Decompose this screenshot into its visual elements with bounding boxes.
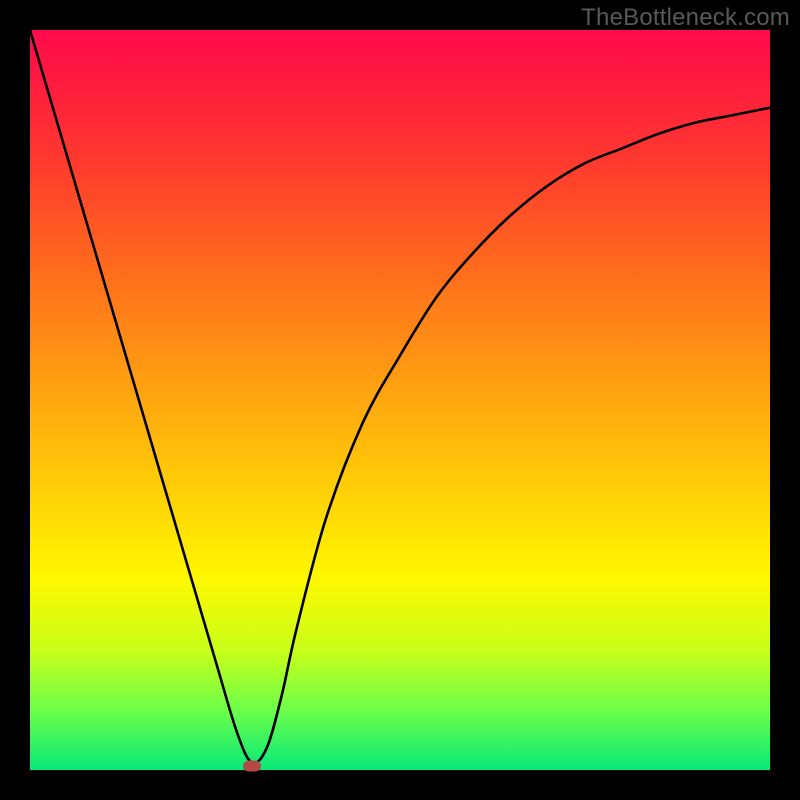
- watermark-text: TheBottleneck.com: [581, 4, 790, 32]
- plot-area: [30, 30, 770, 770]
- bottleneck-curve: [30, 30, 770, 770]
- chart-frame: TheBottleneck.com: [0, 0, 800, 800]
- minimum-marker: [243, 761, 261, 772]
